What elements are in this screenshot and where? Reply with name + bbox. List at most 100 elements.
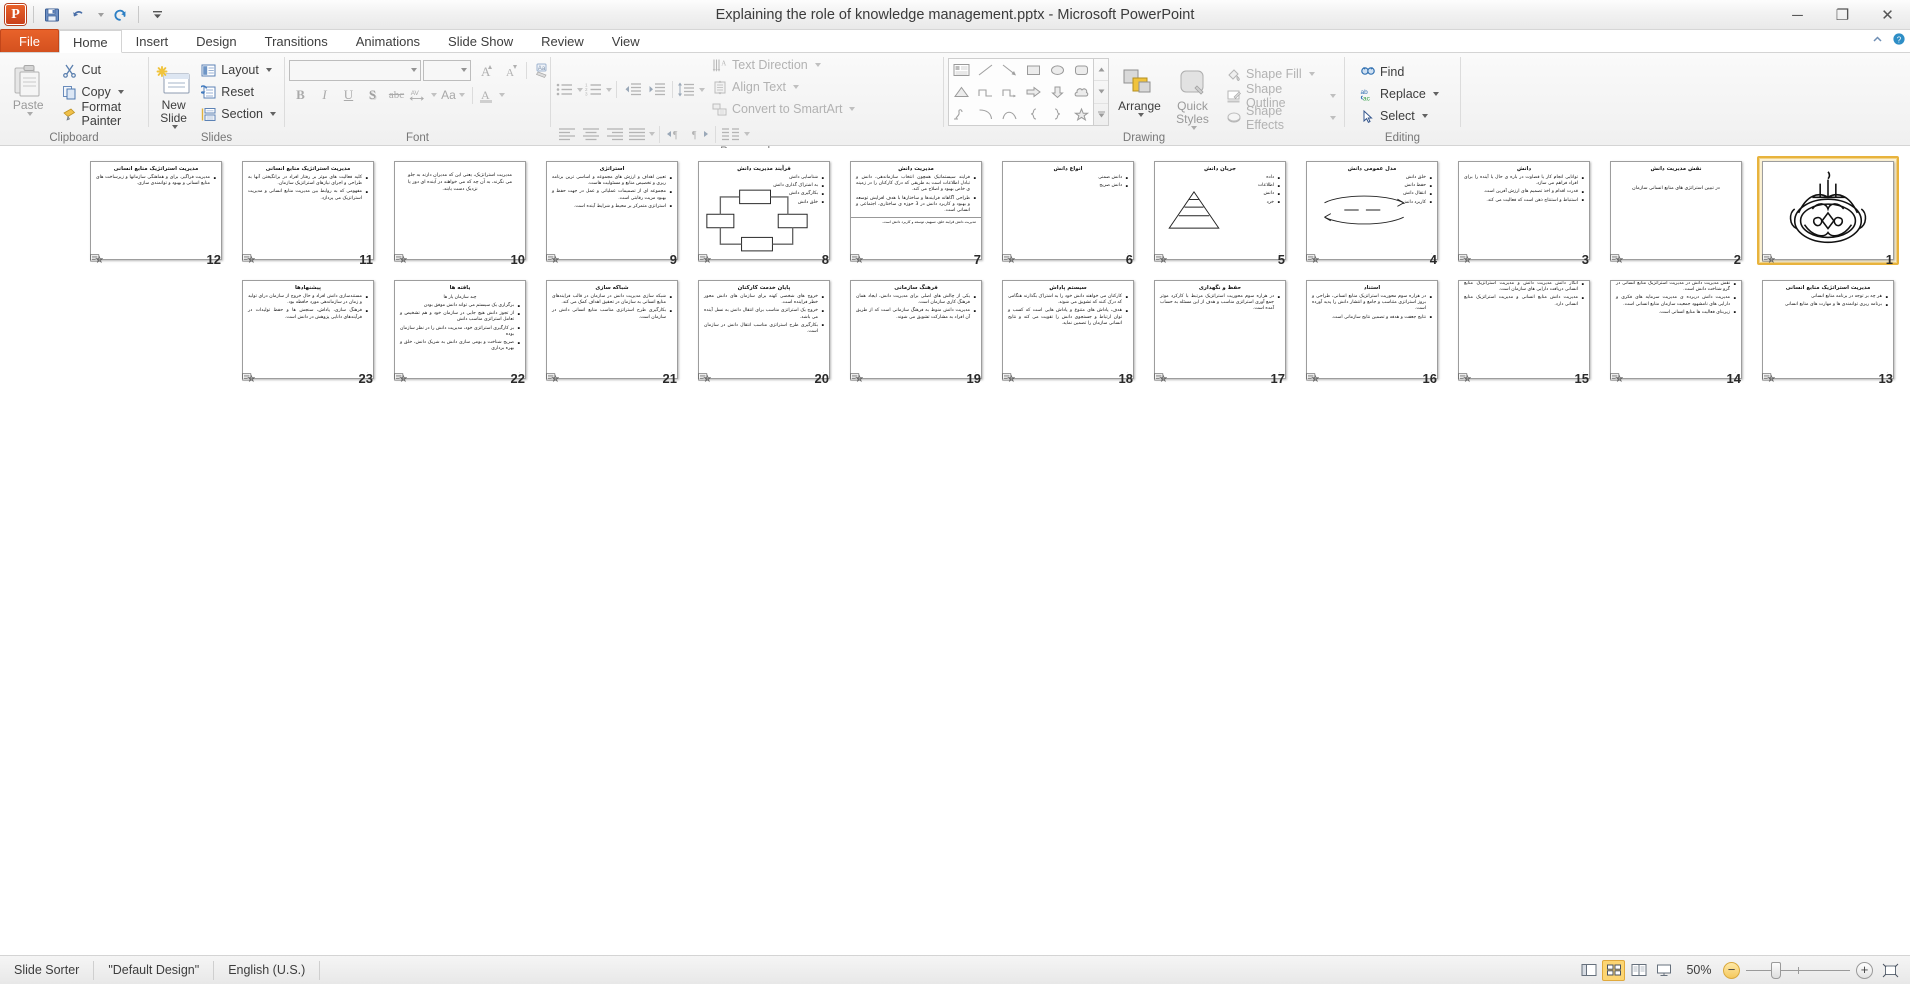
ribbon[interactable]: Paste Cut Copy Format Painter Clipboard … (0, 53, 1910, 158)
slide-transition-icon[interactable] (1306, 253, 1320, 266)
slide-thumbnail-frame[interactable]: فرهنگ سازمانی یکی از چالش های اصلی برای م… (845, 275, 987, 384)
cloud-shape-icon[interactable] (1069, 81, 1093, 103)
fit-slide-to-window-button[interactable] (1879, 960, 1902, 981)
left-brace-shape-icon[interactable] (1021, 103, 1045, 125)
slide-canvas[interactable]: انواع دانشدانش ضمنیدانش صریح· (1002, 161, 1134, 260)
slide-thumbnail-1[interactable]: 1 (1757, 156, 1899, 267)
text-direction-button[interactable]: A Text Direction (707, 54, 875, 76)
slide-thumbnail-frame[interactable]: دانش توانایی انجام کار یا قضاوت در باره ی… (1453, 156, 1595, 265)
slide-canvas[interactable]: انگار دانش مدیریت دانش و مدیریت استراتژی… (1458, 280, 1590, 379)
slide-transition-icon[interactable] (242, 253, 256, 266)
slide-transition-icon[interactable] (546, 372, 560, 385)
numbering-button[interactable]: 123 (584, 79, 612, 101)
shapes-scroll-down-button[interactable] (1094, 81, 1108, 104)
shapes-scroll-up-button[interactable] (1094, 59, 1108, 82)
slide-thumbnail-5[interactable]: جریان دانشدادهاطلاعاتدانشخرد·5 (1149, 156, 1291, 267)
slide-grid[interactable]: 1 نقش مدیریت دانش در تبیین استراتژی های من… (0, 148, 1910, 394)
star-shape-icon[interactable] (1069, 103, 1093, 125)
slide-thumbnail-frame[interactable]: نقش مدیریت دانش در مدیریت استراتژیک مناب… (1605, 275, 1747, 384)
slide-thumbnail-frame[interactable]: پایان خدمت کارکنان خروج های شخصی کهنه برا… (693, 275, 835, 384)
slide-canvas[interactable]: مدیریت استراتژیک، یعنی این که مدیران دار… (394, 161, 526, 260)
slide-thumbnail-frame[interactable]: استراتژی تعیین اهداف و ارزش های مجموعه و … (541, 156, 683, 265)
slide-thumbnail-frame[interactable]: مدیریت استراتژیک، یعنی این که مدیران دار… (389, 156, 531, 265)
slide-transition-icon[interactable] (850, 372, 864, 385)
tab-design[interactable]: Design (182, 29, 250, 52)
strikethrough-button[interactable]: abc (385, 84, 408, 106)
freeform-shape-icon[interactable] (949, 103, 973, 125)
slide-canvas[interactable]: استراتژی تعیین اهداف و ارزش های مجموعه و … (546, 161, 678, 260)
curve-shape-icon[interactable] (997, 103, 1021, 125)
select-button[interactable]: Select (1355, 105, 1443, 127)
slide-canvas[interactable]: پیشنهادها مستندسازی دانش افراد و حال خروج… (242, 280, 374, 379)
slide-transition-icon[interactable] (1002, 253, 1016, 266)
powerpoint-logo-icon[interactable]: P (5, 4, 26, 25)
rectangle-shape-icon[interactable] (1021, 59, 1045, 81)
left-to-right-button[interactable]: ¶ (664, 123, 687, 145)
slide-canvas[interactable]: حفظ و نگهداری در هزاره سوم محوریت استراتژ… (1154, 280, 1286, 379)
slide-canvas[interactable]: مدیریت استراتژیک منابع انسانی کلیه فعالیت… (242, 161, 374, 260)
slide-thumbnail-frame[interactable]: فرآیند مدیریت دانششناسایی دانشبه اشتراک … (693, 156, 835, 265)
customize-qat-icon[interactable] (146, 4, 168, 26)
numbering-dropdown-icon[interactable] (605, 87, 612, 92)
line-spacing-dropdown-icon[interactable] (699, 87, 705, 92)
slide-transition-icon[interactable] (546, 253, 560, 266)
columns-button[interactable] (720, 123, 750, 145)
slide-thumbnail-frame[interactable]: انواع دانشدانش ضمنیدانش صریح· (997, 156, 1139, 265)
quick-styles-button[interactable]: Quick Styles (1167, 58, 1218, 130)
slide-transition-icon[interactable] (850, 253, 864, 266)
font-size-dropdown-icon[interactable] (461, 68, 467, 72)
align-center-button[interactable] (579, 123, 602, 145)
slide-thumbnail-frame[interactable]: حفظ و نگهداری در هزاره سوم محوریت استراتژ… (1149, 275, 1291, 384)
slide-canvas[interactable]: مدیریت دانش فرایند سیستماتیک همچون انتخاب… (850, 161, 982, 260)
tab-insert[interactable]: Insert (122, 29, 183, 52)
italic-button[interactable]: I (313, 84, 336, 106)
slide-thumbnail-14[interactable]: نقش مدیریت دانش در مدیریت استراتژیک مناب… (1605, 275, 1747, 386)
slide-transition-icon[interactable] (698, 372, 712, 385)
copy-dropdown-icon[interactable] (117, 90, 124, 94)
underline-button[interactable]: U (337, 84, 360, 106)
tab-review[interactable]: Review (527, 29, 598, 52)
character-spacing-dropdown-icon[interactable] (431, 93, 437, 97)
shrink-font-button[interactable]: A (498, 59, 521, 81)
section-button[interactable]: Section (196, 103, 280, 125)
align-right-button[interactable] (603, 123, 626, 145)
status-language[interactable]: English (U.S.) (214, 960, 321, 980)
slide-thumbnail-22[interactable]: یافته ها چند سازمان یار ها برگزاری یک سیست… (389, 275, 531, 386)
arc-shape-icon[interactable] (973, 103, 997, 125)
slide-transition-icon[interactable] (1154, 253, 1168, 266)
reading-view-button[interactable] (1627, 960, 1650, 981)
zoom-track[interactable] (1746, 961, 1850, 979)
align-text-button[interactable]: Align Text (707, 76, 875, 98)
tab-animations[interactable]: Animations (342, 29, 434, 52)
align-text-dropdown-icon[interactable] (792, 85, 799, 89)
slide-canvas[interactable] (1762, 161, 1894, 260)
format-painter-button[interactable]: Format Painter (57, 100, 144, 128)
slide-thumbnail-12[interactable]: مدیریت استراتژیک منابع انسانی مدیریت فراگ… (85, 156, 227, 267)
tab-slide-show[interactable]: Slide Show (434, 29, 527, 52)
ribbon-tab-right-controls[interactable]: ? (1871, 32, 1906, 49)
bullets-button[interactable] (555, 79, 583, 101)
slide-thumbnail-6[interactable]: انواع دانشدانش ضمنیدانش صریح·6 (997, 156, 1139, 267)
elbow-connector-shape-icon[interactable] (973, 81, 997, 103)
slide-thumbnail-2[interactable]: نقش مدیریت دانش در تبیین استراتژی های منا… (1605, 156, 1747, 267)
slide-thumbnail-frame[interactable]: یافته ها چند سازمان یار ها برگزاری یک سیست… (389, 275, 531, 384)
select-dropdown-icon[interactable] (1421, 114, 1428, 118)
zoom-handle[interactable] (1770, 961, 1781, 979)
change-case-dropdown-icon[interactable] (458, 93, 465, 97)
slide-canvas[interactable]: استناد در هزاره سوم محوریت استراتژیک مناب… (1306, 280, 1438, 379)
close-button[interactable]: ✕ (1865, 0, 1910, 30)
slide-thumbnail-frame[interactable] (1757, 156, 1899, 265)
slide-thumbnail-20[interactable]: پایان خدمت کارکنان خروج های شخصی کهنه برا… (693, 275, 835, 386)
section-dropdown-icon[interactable] (270, 112, 276, 116)
shapes-gallery[interactable] (948, 58, 1109, 126)
paste-dropdown-icon[interactable] (26, 112, 33, 116)
slide-thumbnail-frame[interactable]: مدیریت استراتژیک منابع انسانی هر چه بر تو… (1757, 275, 1899, 384)
font-color-dropdown-icon[interactable] (498, 93, 505, 97)
new-slide-button[interactable]: New Slide (153, 57, 194, 129)
slide-transition-icon[interactable] (1762, 253, 1776, 266)
slide-thumbnail-frame[interactable]: پیشنهادها مستندسازی دانش افراد و حال خروج… (237, 275, 379, 384)
quick-access-toolbar[interactable]: P (0, 0, 168, 29)
zoom-slider[interactable]: − + (1723, 961, 1873, 979)
arrange-dropdown-icon[interactable] (1137, 113, 1144, 117)
slide-canvas[interactable]: پایان خدمت کارکنان خروج های شخصی کهنه برا… (698, 280, 830, 379)
